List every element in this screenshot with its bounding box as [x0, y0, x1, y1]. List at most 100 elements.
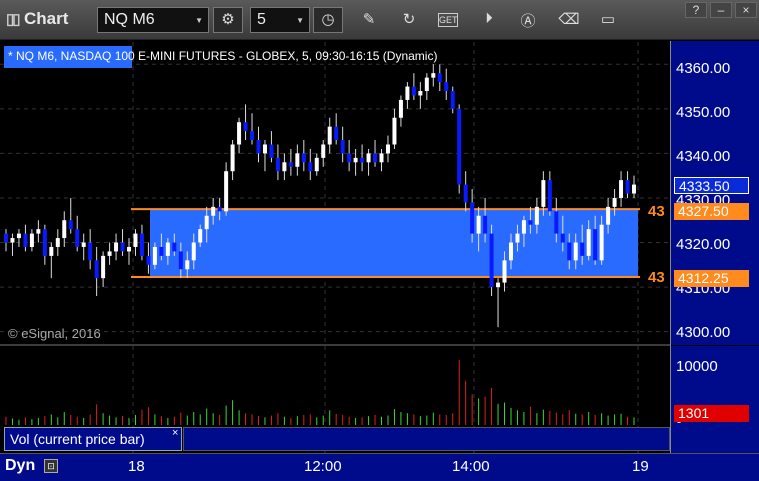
chart-header: * NQ M6, NASDAQ 100 E-MINI FUTURES - GLO… [8, 49, 438, 63]
candle-body [366, 153, 371, 163]
candle-body [606, 206, 611, 225]
candle-body [165, 242, 170, 256]
candle-body [237, 122, 242, 145]
candle-body [373, 153, 378, 163]
candle-body [301, 153, 306, 163]
candle-body [16, 233, 21, 239]
time-mode-label[interactable]: Dyn [5, 457, 35, 475]
candle-body [573, 242, 578, 261]
price-zone [150, 209, 638, 278]
candle-body [392, 117, 397, 145]
candle-body [496, 282, 501, 288]
candle-body [463, 184, 468, 203]
candle-body [88, 242, 93, 261]
candle-body [632, 184, 636, 194]
candle-body [198, 229, 203, 243]
candle-body [172, 242, 177, 252]
candle-body [502, 260, 507, 283]
candle-body [282, 162, 287, 172]
candle-body [619, 180, 624, 198]
candle-body [437, 73, 442, 83]
candle-body [586, 229, 591, 256]
candle-body [94, 260, 99, 279]
candle-body [159, 246, 164, 256]
candle-body [107, 251, 112, 256]
candle-body [269, 144, 274, 158]
candle-body [489, 233, 494, 288]
candle-body [612, 197, 617, 207]
low-line-tag: 43 [648, 269, 665, 286]
lock-icon[interactable]: ⊡ [44, 459, 58, 473]
chart-canvas [0, 42, 670, 453]
candle-body [10, 238, 15, 243]
candle-body [405, 86, 410, 100]
candle-body [211, 206, 216, 216]
candle-body [625, 180, 630, 194]
candle-body [418, 91, 423, 96]
time-tick: 18 [128, 458, 145, 475]
candle-body [36, 229, 41, 234]
candle-body [152, 246, 157, 265]
candle-body [42, 229, 47, 256]
candle-body [321, 144, 326, 158]
candle-body [470, 202, 475, 234]
candle-body [275, 157, 280, 172]
close-study-icon[interactable]: × [172, 427, 178, 439]
candle-body [521, 220, 526, 234]
candle-body [120, 242, 125, 252]
candle-body [334, 126, 339, 141]
candle-body [49, 246, 54, 256]
candle-body [243, 122, 248, 132]
candle-body [75, 229, 80, 247]
time-tick: 14:00 [452, 458, 490, 475]
candle-body [23, 233, 28, 247]
candle-body [55, 238, 60, 247]
volume-study-strip [183, 427, 670, 451]
candle-body [62, 220, 67, 239]
candle-body [224, 171, 229, 212]
candle-body [541, 180, 546, 207]
time-tick: 12:00 [304, 458, 342, 475]
candle-body [534, 206, 539, 225]
candle-body [68, 220, 73, 230]
candle-body [139, 233, 144, 256]
time-tick: 19 [632, 458, 649, 475]
candle-body [4, 233, 8, 243]
candle-body [411, 86, 416, 96]
candle-body [146, 255, 151, 265]
candle-body [476, 215, 481, 234]
last-price-label: 4333.50 [674, 177, 749, 194]
candle-body [515, 233, 520, 243]
candle-body [457, 108, 462, 185]
price-tick: 4300.00 [676, 324, 731, 341]
candle-body [431, 73, 436, 78]
candle-body [547, 180, 552, 212]
candle-body [217, 206, 222, 212]
candle-body [133, 233, 138, 247]
candle-body [483, 215, 488, 234]
candle-body [185, 260, 190, 270]
candle-body [580, 242, 585, 256]
candle-body [424, 77, 429, 92]
last-volume-label: 1301 [674, 405, 749, 422]
candle-body [256, 140, 261, 154]
candle-body [81, 242, 86, 247]
candle-body [508, 242, 513, 261]
candle-body [567, 242, 572, 261]
high-line-price-label: 4327.50 [674, 203, 749, 220]
price-tick: 4350.00 [676, 104, 731, 121]
candle-body [444, 82, 449, 92]
candle-body [101, 255, 106, 279]
candle-body [327, 126, 332, 145]
candle-body [127, 246, 132, 252]
candle-body [288, 162, 293, 167]
candle-body [114, 242, 119, 252]
low-line-price-label: 4312.25 [674, 270, 749, 287]
candle-body [360, 157, 365, 163]
axis-divider [670, 41, 671, 453]
candle-body [353, 157, 358, 163]
candle-body [385, 144, 390, 154]
price-tick: 4360.00 [676, 60, 731, 77]
candle-body [593, 229, 598, 261]
volume-study-label[interactable]: Vol (current price bar) [4, 427, 182, 451]
